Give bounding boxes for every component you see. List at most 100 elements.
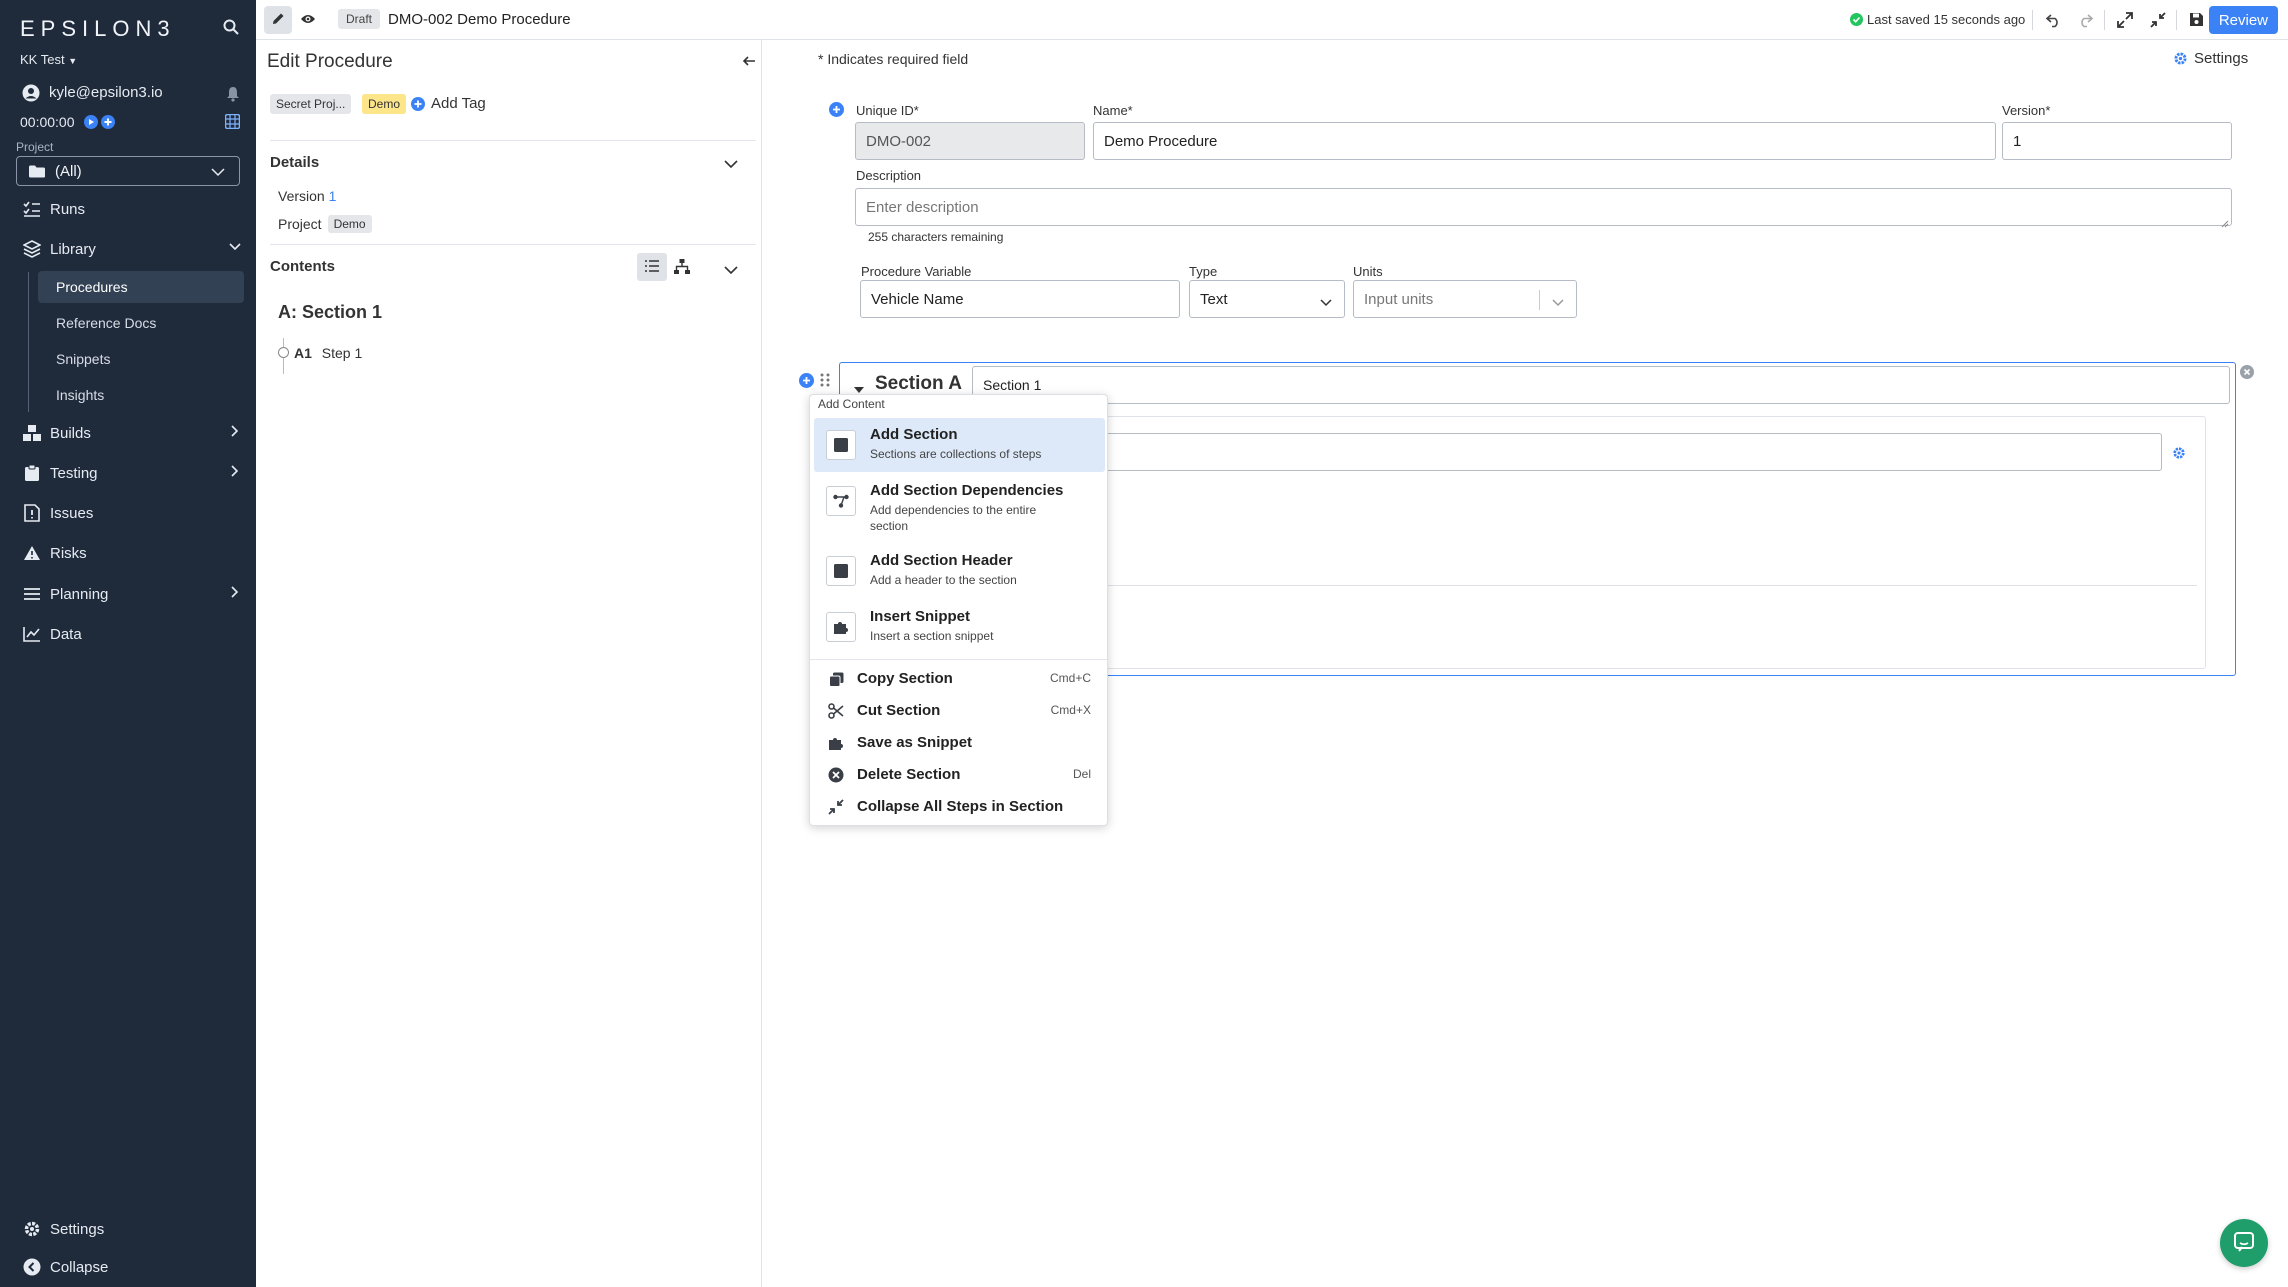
type-value: Text xyxy=(1200,290,1228,308)
nav-issues-label: Issues xyxy=(50,504,94,522)
version-value[interactable]: 1 xyxy=(329,188,337,204)
add-timer-icon[interactable] xyxy=(101,115,115,132)
collapse-icon[interactable] xyxy=(2150,12,2166,31)
settings-button[interactable]: Settings xyxy=(2173,50,2248,67)
description-label: Description xyxy=(856,168,922,183)
divider xyxy=(270,244,756,245)
menu-item-cut-section[interactable]: Cut Section Cmd+X xyxy=(810,694,1109,726)
user-email[interactable]: kyle@epsilon3.io xyxy=(49,84,163,101)
timer: 00:00:00 xyxy=(20,114,75,130)
bell-icon[interactable] xyxy=(226,86,240,105)
eye-icon xyxy=(300,12,316,28)
menu-item-copy-section[interactable]: Copy Section Cmd+C xyxy=(810,662,1109,694)
menu-item-desc: Insert a section snippet xyxy=(870,629,994,643)
nav-risks[interactable]: Risks xyxy=(0,535,256,571)
play-icon[interactable] xyxy=(84,115,98,132)
nav-runs-label: Runs xyxy=(50,200,86,218)
menu-item-delete-section[interactable]: Delete Section Del xyxy=(810,758,1109,790)
puzzle-icon xyxy=(826,612,856,642)
sidebar-item-snippets[interactable]: Snippets xyxy=(38,343,244,375)
nav-data-label: Data xyxy=(50,625,82,643)
search-icon[interactable] xyxy=(223,19,239,38)
procedure-variable-field[interactable]: Vehicle Name xyxy=(860,280,1180,318)
nav-risks-label: Risks xyxy=(50,544,87,562)
description-field[interactable]: Enter description xyxy=(855,188,2232,226)
project-select[interactable]: (All) xyxy=(16,156,240,186)
chevron-down-icon[interactable] xyxy=(724,156,738,172)
nav-data[interactable]: Data xyxy=(0,616,256,652)
nav-testing-label: Testing xyxy=(50,464,98,482)
chevron-down-icon[interactable] xyxy=(724,262,738,278)
project-value: (All) xyxy=(55,162,82,180)
divider xyxy=(810,659,1107,660)
chat-launcher-button[interactable] xyxy=(2220,1219,2268,1267)
resize-handle-icon[interactable] xyxy=(2221,215,2229,231)
menu-item-title: Add Section xyxy=(870,426,958,443)
menu-item-save-as-snippet[interactable]: Save as Snippet xyxy=(810,726,1109,758)
step-name: Step 1 xyxy=(321,345,363,361)
tag-secret-project[interactable]: Secret Proj... xyxy=(270,94,352,114)
close-circle-icon[interactable] xyxy=(2240,365,2254,382)
section-name-field[interactable]: Section 1 xyxy=(972,366,2230,404)
chars-remaining: 255 characters remaining xyxy=(868,230,1004,244)
review-button[interactable]: Review xyxy=(2208,6,2278,34)
menu-item-add-section[interactable]: Add Section Sections are collections of … xyxy=(814,418,1105,472)
details-header[interactable]: Details xyxy=(270,154,319,171)
checklist-icon xyxy=(22,199,42,219)
shortcut: Cmd+X xyxy=(1050,703,1091,717)
contents-step[interactable]: A1 Step 1 xyxy=(294,345,362,361)
view-mode-button[interactable] xyxy=(294,6,322,34)
units-select[interactable]: Input units xyxy=(1353,280,1577,318)
shortcut: Cmd+C xyxy=(1049,671,1091,685)
sidebar-item-reference-docs[interactable]: Reference Docs xyxy=(38,307,244,339)
save-icon[interactable] xyxy=(2189,12,2204,30)
undo-icon[interactable] xyxy=(2045,12,2062,31)
menu-item-title: Cut Section xyxy=(857,702,941,719)
nav-runs[interactable]: Runs xyxy=(0,191,256,227)
workspace-switcher[interactable]: KK Test ▼ xyxy=(20,52,77,67)
type-select[interactable]: Text xyxy=(1189,280,1345,318)
expand-icon[interactable] xyxy=(2117,12,2133,31)
sidebar-item-insights[interactable]: Insights xyxy=(38,379,244,411)
menu-item-add-section-dependencies[interactable]: Add Section Dependencies Add dependencie… xyxy=(814,474,1105,542)
sidebar-item-procedures[interactable]: Procedures xyxy=(38,271,244,303)
contents-section-title[interactable]: A: Section 1 xyxy=(278,302,382,323)
step-name-field[interactable] xyxy=(1100,433,2162,471)
menu-item-collapse-all-steps[interactable]: Collapse All Steps in Section xyxy=(810,790,1109,822)
tag-demo[interactable]: Demo xyxy=(362,94,407,114)
collapse-panel-icon[interactable] xyxy=(742,54,756,71)
list-icon xyxy=(645,259,659,275)
menu-item-add-section-header[interactable]: Add Section Header Add a header to the s… xyxy=(814,544,1105,598)
nav-testing[interactable]: Testing xyxy=(0,455,256,491)
unique-id-label: Unique ID* xyxy=(856,103,919,118)
menu-item-insert-snippet[interactable]: Insert Snippet Insert a section snippet xyxy=(814,600,1105,654)
app-logo: EPSILON3 xyxy=(20,16,176,41)
nav-library[interactable]: Library xyxy=(0,231,256,267)
drag-handle-icon[interactable] xyxy=(820,373,830,390)
section-add-icon[interactable] xyxy=(799,373,814,391)
units-label: Units xyxy=(1353,264,1383,279)
collapse-left-icon xyxy=(22,1257,42,1277)
nav-builds-label: Builds xyxy=(50,424,91,442)
step-settings-icon[interactable] xyxy=(2172,446,2186,463)
redo-icon[interactable] xyxy=(2077,12,2094,31)
version-field[interactable]: 1 xyxy=(2002,122,2232,160)
chevron-right-icon xyxy=(228,585,242,603)
nav-collapse[interactable]: Collapse xyxy=(0,1249,256,1285)
shortcut: Del xyxy=(1072,767,1091,781)
calendar-grid-icon[interactable] xyxy=(224,113,241,132)
nav-library-label: Library xyxy=(50,240,96,258)
name-field[interactable]: Demo Procedure xyxy=(1093,122,1996,160)
add-block-icon[interactable] xyxy=(829,102,844,120)
nav-builds[interactable]: Builds xyxy=(0,415,256,451)
nav-planning[interactable]: Planning xyxy=(0,576,256,612)
nav-settings[interactable]: Settings xyxy=(0,1211,256,1247)
nav-issues[interactable]: Issues xyxy=(0,495,256,531)
chevron-down-icon xyxy=(211,164,225,181)
contents-header[interactable]: Contents xyxy=(270,258,335,275)
add-tag-button[interactable]: Add Tag xyxy=(411,95,486,112)
list-view-button[interactable] xyxy=(637,253,667,281)
edit-mode-button[interactable] xyxy=(264,6,292,34)
divider xyxy=(2032,10,2033,30)
hierarchy-icon[interactable] xyxy=(674,259,690,277)
